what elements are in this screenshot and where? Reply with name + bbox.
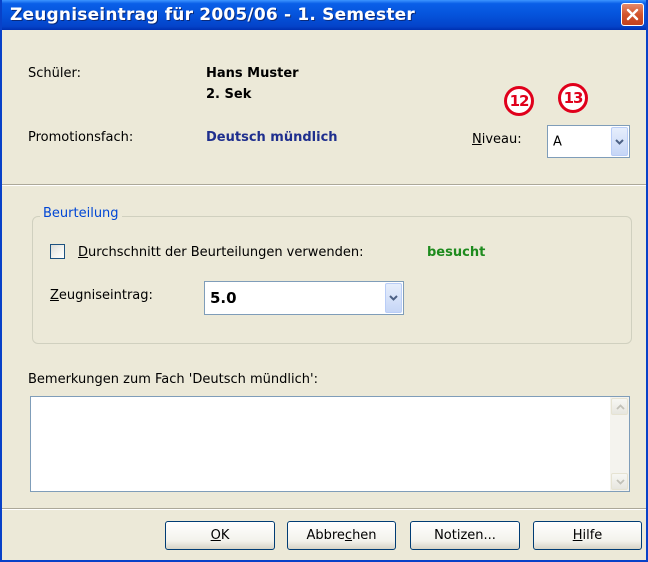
notes-button[interactable]: Notizen... <box>410 521 520 550</box>
annotation-badge-12: 12 <box>504 86 534 116</box>
close-button[interactable] <box>621 3 644 26</box>
niveau-select[interactable]: A <box>547 125 630 158</box>
window-title: Zeugniseintrag für 2005/06 - 1. Semester <box>10 5 415 25</box>
average-checkbox-label[interactable]: Durchschnitt der Beurteilungen verwenden… <box>78 245 363 260</box>
niveau-value: A <box>553 134 562 149</box>
chevron-down-icon <box>616 479 625 485</box>
close-icon <box>626 8 639 21</box>
dialog-window: Zeugniseintrag für 2005/06 - 1. Semester… <box>0 0 648 562</box>
scroll-up-button[interactable] <box>611 398 628 415</box>
entry-select[interactable]: 5.0 <box>204 281 404 315</box>
entry-dropdown-button[interactable] <box>385 283 402 313</box>
remarks-label: Bemerkungen zum Fach 'Deutsch mündlich': <box>28 372 318 387</box>
chevron-up-icon <box>616 404 625 410</box>
student-class: 2. Sek <box>206 87 252 102</box>
niveau-dropdown-button[interactable] <box>611 127 628 156</box>
student-name: Hans Muster <box>206 66 299 81</box>
assessment-group <box>32 216 632 344</box>
remarks-textarea[interactable] <box>30 396 630 492</box>
niveau-label: Niveau: <box>472 132 522 147</box>
help-button[interactable]: Hilfe <box>533 521 642 550</box>
scroll-down-button[interactable] <box>611 473 628 490</box>
subject-label: Promotionsfach: <box>28 130 134 145</box>
footer-divider <box>2 508 646 510</box>
header-divider <box>2 184 646 186</box>
average-checkbox[interactable] <box>50 244 65 259</box>
status-text: besucht <box>427 245 486 260</box>
annotation-badge-13: 13 <box>558 83 588 113</box>
student-label: Schüler: <box>28 66 81 81</box>
chevron-down-icon <box>389 295 398 301</box>
subject-value: Deutsch mündlich <box>206 130 338 145</box>
entry-value: 5.0 <box>210 289 237 307</box>
cancel-button[interactable]: Abbrechen <box>287 521 396 550</box>
remarks-scrollbar[interactable] <box>610 397 629 491</box>
ok-button[interactable]: OK <box>165 521 275 550</box>
assessment-group-title: Beurteilung <box>40 206 122 221</box>
title-bar[interactable]: Zeugniseintrag für 2005/06 - 1. Semester <box>2 0 646 30</box>
entry-label: Zeugniseintrag: <box>50 288 153 303</box>
chevron-down-icon <box>615 138 624 145</box>
